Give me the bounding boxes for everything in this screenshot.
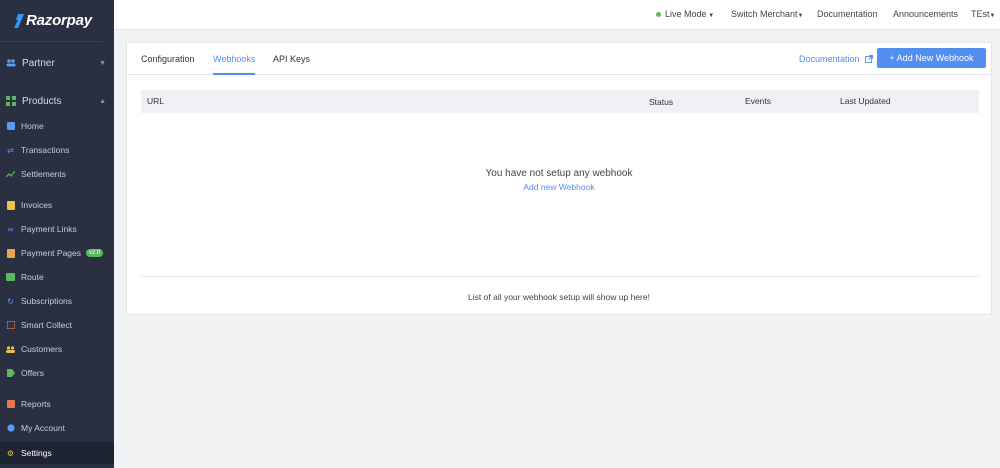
caret-down-icon: ▼: [989, 13, 996, 19]
tab-api-keys[interactable]: API Keys: [273, 54, 310, 64]
chevron-up-icon: ▲: [99, 97, 106, 105]
sidebar-item-invoices[interactable]: Invoices: [0, 195, 114, 215]
empty-state-title: You have not setup any webhook: [485, 168, 633, 179]
user-menu[interactable]: TEst▼: [971, 9, 995, 19]
tab-configuration[interactable]: Configuration: [141, 54, 195, 64]
sidebar-section-products[interactable]: Products ▲: [0, 90, 114, 112]
sidebar-item-label: Settlements: [21, 169, 66, 179]
sidebar: Razorpay Partner ▼ Products ▲ Home ⇄ Tra…: [0, 0, 114, 468]
table-divider: [141, 276, 979, 277]
announcements-link[interactable]: Announcements: [893, 9, 958, 19]
route-icon: [6, 273, 15, 282]
column-header-status: Status: [649, 97, 674, 107]
sidebar-item-customers[interactable]: Customers: [0, 339, 114, 359]
sidebar-item-label: Route: [21, 272, 44, 282]
active-tab-indicator: [213, 73, 255, 75]
smart-collect-icon: [6, 321, 15, 330]
sidebar-item-offers[interactable]: Offers: [0, 363, 114, 383]
sidebar-item-my-account[interactable]: My Account: [0, 418, 114, 438]
sidebar-item-reports[interactable]: Reports: [0, 394, 114, 414]
sidebar-item-transactions[interactable]: ⇄ Transactions: [0, 140, 114, 160]
account-icon: [6, 424, 15, 433]
chevron-down-icon: ▼: [99, 59, 106, 67]
sidebar-item-label: Transactions: [21, 145, 70, 155]
sidebar-item-label: Subscriptions: [21, 296, 73, 306]
sidebar-item-route[interactable]: Route: [0, 267, 114, 287]
settlements-icon: [6, 170, 15, 179]
webhook-documentation-link[interactable]: Documentation: [799, 54, 874, 64]
live-mode-dropdown[interactable]: Live Mode ▼: [656, 9, 714, 19]
sidebar-item-home[interactable]: Home: [0, 116, 114, 136]
tab-webhooks[interactable]: Webhooks: [213, 54, 255, 64]
user-name: TEst: [971, 9, 990, 19]
sidebar-item-label: Settings: [21, 448, 52, 458]
documentation-label: Documentation: [799, 54, 860, 64]
live-mode-label: Live Mode: [665, 9, 707, 19]
switch-merchant-dropdown[interactable]: Switch Merchant▼: [731, 9, 803, 19]
caret-down-icon: ▼: [706, 13, 715, 19]
customers-icon: [6, 345, 15, 354]
table-header: URL Status Events Last Updated: [141, 90, 979, 113]
column-header-events: Events: [745, 96, 771, 106]
column-header-last-updated: Last Updated: [840, 96, 891, 106]
offers-icon: [6, 369, 15, 378]
sidebar-section-label: Products: [22, 95, 62, 107]
add-new-webhook-link: Add new Webhook: [127, 182, 991, 192]
sidebar-item-label: Payment Links: [21, 224, 77, 234]
sidebar-item-label: My Account: [21, 423, 65, 433]
sidebar-item-label: Home: [21, 121, 44, 131]
sidebar-item-label: Customers: [21, 344, 63, 354]
top-bar: Live Mode ▼ Switch Merchant▼ Documentati…: [114, 0, 1000, 30]
sidebar-item-payment-pages[interactable]: Payment Pages v2.0: [0, 243, 114, 263]
switch-merchant-label: Switch Merchant: [731, 9, 798, 19]
sidebar-item-payment-links[interactable]: ∞ Payment Links: [0, 219, 114, 239]
caret-down-icon: ▼: [797, 13, 804, 19]
sidebar-item-smart-collect[interactable]: Smart Collect: [0, 315, 114, 335]
invoices-icon: [6, 200, 15, 210]
home-icon: [6, 122, 15, 131]
sidebar-item-label: Smart Collect: [21, 320, 73, 330]
payment-pages-icon: [6, 248, 15, 258]
add-new-webhook-button[interactable]: + Add New Webhook: [877, 48, 986, 68]
reports-icon: [6, 400, 15, 409]
partner-icon: [6, 58, 16, 68]
empty-state-footer: List of all your webhook setup will show…: [468, 292, 650, 302]
razorpay-logo-icon: [14, 13, 24, 28]
sidebar-item-settlements[interactable]: Settlements: [0, 164, 114, 184]
external-link-icon: [865, 55, 874, 63]
sidebar-item-label: Payment Pages: [21, 248, 82, 258]
live-status-dot: [656, 12, 661, 18]
subscriptions-icon: ↻: [7, 296, 14, 306]
documentation-link[interactable]: Documentation: [817, 9, 878, 19]
sidebar-section-label: Partner: [22, 57, 55, 69]
column-header-url: URL: [147, 96, 165, 106]
products-icon: [6, 96, 16, 106]
sidebar-section-partner[interactable]: Partner ▼: [0, 52, 114, 74]
sidebar-item-subscriptions[interactable]: ↻ Subscriptions: [0, 291, 114, 311]
logo[interactable]: Razorpay: [0, 0, 102, 42]
version-badge: v2.0: [86, 249, 104, 257]
link-icon: ∞: [7, 224, 14, 234]
sidebar-item-settings[interactable]: ⚙ Settings: [0, 442, 114, 464]
add-new-webhook-link-text[interactable]: Add new Webhook: [523, 182, 594, 192]
brand-name: Razorpay: [26, 12, 92, 29]
settings-tabs: Configuration Webhooks API Keys Document…: [127, 43, 991, 75]
sidebar-item-label: Reports: [21, 399, 51, 409]
webhooks-card: Configuration Webhooks API Keys Document…: [126, 42, 992, 315]
sidebar-item-label: Offers: [21, 368, 44, 378]
sidebar-item-label: Invoices: [21, 200, 53, 210]
transactions-icon: ⇄: [7, 145, 14, 155]
settings-icon: ⚙: [6, 448, 15, 458]
